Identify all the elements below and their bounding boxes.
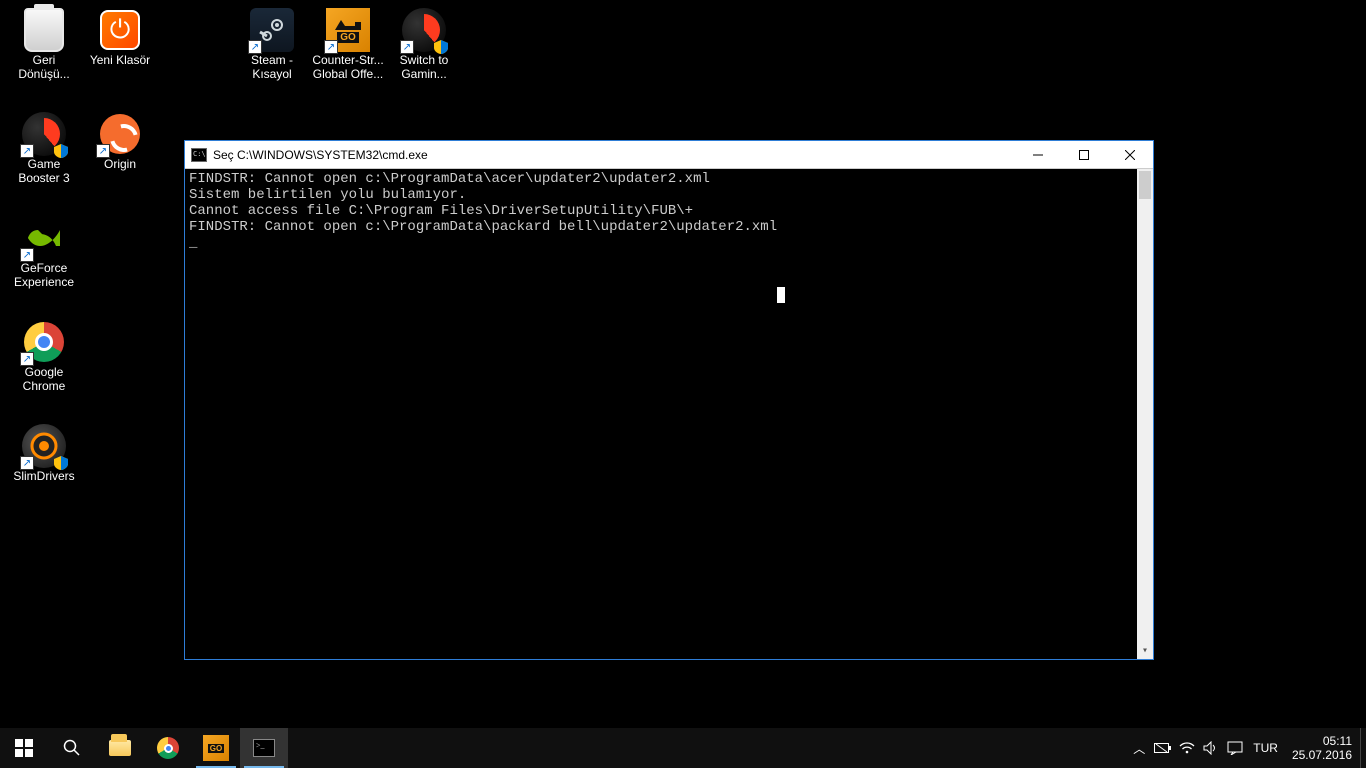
power-folder-icon: ⏻	[100, 10, 140, 50]
desktop-icon-origin[interactable]: ↗ Origin	[82, 108, 158, 204]
icon-label: Game Booster 3	[18, 158, 69, 186]
desktop-icon-steam[interactable]: ↗ Steam - Kısayol	[234, 4, 310, 100]
battery-icon	[1154, 742, 1172, 754]
folder-icon	[109, 740, 131, 756]
cmd-line: Cannot access file C:\Program Files\Driv…	[189, 203, 693, 219]
desktop-icon-switch-gaming[interactable]: ↗ Switch to Gamin...	[386, 4, 462, 100]
windows-logo-icon	[15, 739, 33, 757]
cmd-line: Sistem belirtilen yolu bulamıyor.	[189, 187, 466, 203]
cmd-line: FINDSTR: Cannot open c:\ProgramData\pack…	[189, 219, 777, 235]
tray-volume[interactable]	[1199, 728, 1223, 768]
uac-shield-icon	[54, 456, 68, 470]
shortcut-overlay-icon: ↗	[20, 456, 34, 470]
shortcut-overlay-icon: ↗	[96, 144, 110, 158]
icon-label: Switch to Gamin...	[400, 54, 449, 82]
cmd-output[interactable]: FINDSTR: Cannot open c:\ProgramData\acer…	[185, 169, 1153, 659]
recycle-bin-icon	[24, 8, 64, 52]
scrollbar[interactable]: ▾	[1137, 169, 1153, 659]
tray-date: 25.07.2016	[1292, 748, 1352, 762]
desktop-icon-new-folder[interactable]: ⏻ Yeni Klasör	[82, 4, 158, 100]
shortcut-overlay-icon: ↗	[400, 40, 414, 54]
search-button[interactable]	[48, 728, 96, 768]
desktop-icon-geforce[interactable]: ↗ GeForce Experience	[6, 212, 82, 308]
minimize-button[interactable]	[1015, 141, 1061, 169]
tray-action-center[interactable]	[1223, 728, 1247, 768]
taskbar-cmd[interactable]: >_	[240, 728, 288, 768]
icon-label: Counter-Str... Global Offe...	[312, 54, 383, 82]
cmd-window[interactable]: Seç C:\WINDOWS\SYSTEM32\cmd.exe FINDSTR:…	[184, 140, 1154, 660]
uac-shield-icon	[434, 40, 448, 54]
search-icon	[63, 739, 81, 757]
tray-wifi[interactable]	[1175, 728, 1199, 768]
icon-label: Geri Dönüşü...	[18, 54, 69, 82]
icon-label: GeForce Experience	[14, 262, 74, 290]
uac-shield-icon	[54, 144, 68, 158]
desktop-icon-slimdrivers[interactable]: ↗ SlimDrivers	[6, 420, 82, 516]
taskbar-file-explorer[interactable]	[96, 728, 144, 768]
icon-label: Yeni Klasör	[90, 54, 150, 68]
cmd-icon: >_	[253, 739, 275, 757]
window-title: Seç C:\WINDOWS\SYSTEM32\cmd.exe	[213, 148, 428, 162]
desktop-icon-csgo[interactable]: GO ↗ Counter-Str... Global Offe...	[310, 4, 386, 100]
icon-label: Origin	[104, 158, 136, 172]
selection-cursor	[777, 287, 785, 303]
tray-language[interactable]: TUR	[1247, 741, 1284, 755]
wifi-icon	[1179, 741, 1195, 755]
tray-overflow-button[interactable]: ︿	[1127, 728, 1151, 768]
csgo-icon: GO	[203, 735, 229, 761]
shortcut-overlay-icon: ↗	[20, 144, 34, 158]
desktop-icon-game-booster[interactable]: ↗ Game Booster 3	[6, 108, 82, 204]
desktop-icon-chrome[interactable]: ↗ Google Chrome	[6, 316, 82, 412]
shortcut-overlay-icon: ↗	[20, 352, 34, 366]
icon-label: Steam - Kısayol	[251, 54, 293, 82]
chevron-up-icon: ︿	[1133, 740, 1145, 757]
tray-battery[interactable]	[1151, 728, 1175, 768]
desktop[interactable]: Geri Dönüşü... ⏻ Yeni Klasör ↗ Steam - K…	[0, 0, 1366, 728]
cmd-line: FINDSTR: Cannot open c:\ProgramData\acer…	[189, 171, 710, 187]
taskbar-chrome[interactable]	[144, 728, 192, 768]
cmd-icon	[191, 148, 207, 162]
scrollbar-down-icon[interactable]: ▾	[1137, 643, 1153, 659]
titlebar[interactable]: Seç C:\WINDOWS\SYSTEM32\cmd.exe	[185, 141, 1153, 169]
shortcut-overlay-icon: ↗	[324, 40, 338, 54]
taskbar[interactable]: GO >_ ︿ TUR 05:11 25.07.2016	[0, 728, 1366, 768]
desktop-icon-recycle-bin[interactable]: Geri Dönüşü...	[6, 4, 82, 100]
chrome-icon	[157, 737, 179, 759]
icon-label: Google Chrome	[23, 366, 66, 394]
start-button[interactable]	[0, 728, 48, 768]
speaker-icon	[1203, 741, 1219, 755]
maximize-button[interactable]	[1061, 141, 1107, 169]
show-desktop-button[interactable]	[1360, 728, 1366, 768]
close-button[interactable]	[1107, 141, 1153, 169]
shortcut-overlay-icon: ↗	[248, 40, 262, 54]
notifications-icon	[1227, 741, 1243, 755]
tray-clock[interactable]: 05:11 25.07.2016	[1284, 734, 1360, 763]
tray-time: 05:11	[1292, 734, 1352, 748]
taskbar-csgo[interactable]: GO	[192, 728, 240, 768]
shortcut-overlay-icon: ↗	[20, 248, 34, 262]
scrollbar-thumb[interactable]	[1139, 171, 1151, 199]
icon-label: SlimDrivers	[13, 470, 74, 484]
